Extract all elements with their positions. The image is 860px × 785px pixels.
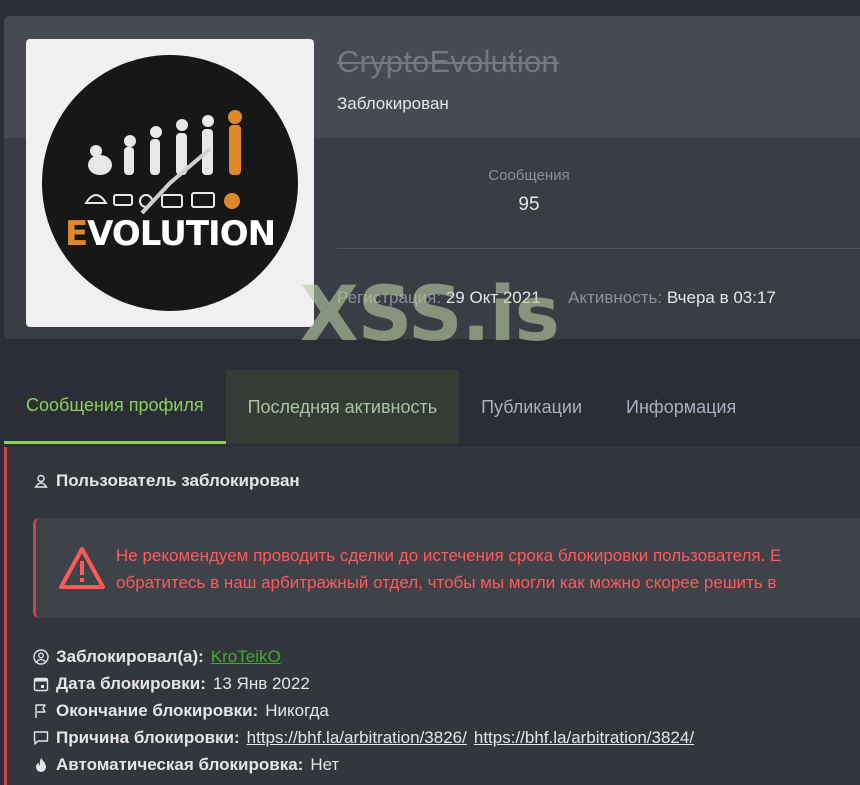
stat-label: Сообщения [488, 167, 570, 184]
calendar-icon [33, 676, 49, 692]
watermark: XSS.is [300, 269, 560, 358]
stat-value: 95 [518, 194, 540, 215]
ban-date-label: Дата блокировки: [56, 673, 206, 693]
detail-ban-end: Окончание блокировки: Никогда [33, 697, 694, 724]
alert-text: Не рекомендуем проводить сделки до истеч… [116, 542, 781, 596]
avatar-image: EVOLUTION [42, 55, 298, 311]
user-title: Заблокирован [337, 94, 449, 113]
reason-link-1[interactable]: https://bhf.la/arbitration/3826/ [247, 728, 467, 748]
username[interactable]: CryptoEvolution [337, 44, 559, 80]
ban-details: Заблокировал(а): KroTeikO Дата блокировк… [33, 643, 694, 778]
fire-icon [33, 757, 49, 773]
ban-alert: Не рекомендуем проводить сделки до истеч… [33, 518, 860, 618]
user-circle-icon [33, 648, 49, 665]
reason-label: Причина блокировки: [56, 727, 240, 747]
reason-link-2[interactable]: https://bhf.la/arbitration/3824/ [474, 728, 694, 748]
warning-icon [58, 546, 106, 595]
user-icon [33, 473, 49, 489]
banned-by-link[interactable]: KroTeikO [211, 647, 281, 667]
auto-ban-value: Нет [310, 754, 340, 774]
alert-line-1: Не рекомендуем проводить сделки до истеч… [116, 546, 782, 565]
detail-auto-ban: Автоматическая блокировка: Нет [33, 751, 694, 778]
ban-end-label: Окончание блокировки: [56, 700, 259, 720]
banned-by-label: Заблокировал(а): [56, 646, 204, 666]
ban-panel: Пользователь заблокирован Не рекомендуем… [4, 447, 860, 785]
flag-icon [33, 703, 49, 719]
auto-ban-label: Автоматическая блокировка: [56, 754, 304, 774]
ban-heading: Пользователь заблокирован [33, 471, 300, 491]
detail-banned-by: Заблокировал(а): KroTeikO [33, 643, 694, 670]
alert-line-2: обратитесь в наш арбитражный отдел, чтоб… [116, 573, 777, 592]
ban-date-value: 13 Янв 2022 [212, 673, 310, 693]
detail-ban-date: Дата блокировки: 13 Янв 2022 [33, 670, 694, 697]
tab-about[interactable]: Информация [604, 370, 758, 444]
profile-tabs: Сообщения профиля Последняя активность П… [4, 370, 860, 444]
detail-reason: Причина блокировки: https://bhf.la/arbit… [33, 724, 694, 751]
divider [337, 248, 860, 249]
ban-end-value: Никогда [265, 700, 329, 720]
tab-postings[interactable]: Публикации [459, 370, 604, 444]
tab-latest-activity[interactable]: Последняя активность [225, 370, 460, 444]
activity-value: Вчера в 03:17 [666, 288, 776, 307]
tab-profile-posts[interactable]: Сообщения профиля [4, 370, 226, 444]
avatar[interactable]: EVOLUTION [26, 39, 314, 327]
stat-messages[interactable]: Сообщения 95 [474, 167, 584, 216]
activity-label: Активность: [568, 288, 663, 307]
svg-text:EVOLUTION: EVOLUTION [65, 214, 275, 254]
comment-icon [33, 730, 49, 746]
ban-heading-text: Пользователь заблокирован [56, 471, 300, 490]
